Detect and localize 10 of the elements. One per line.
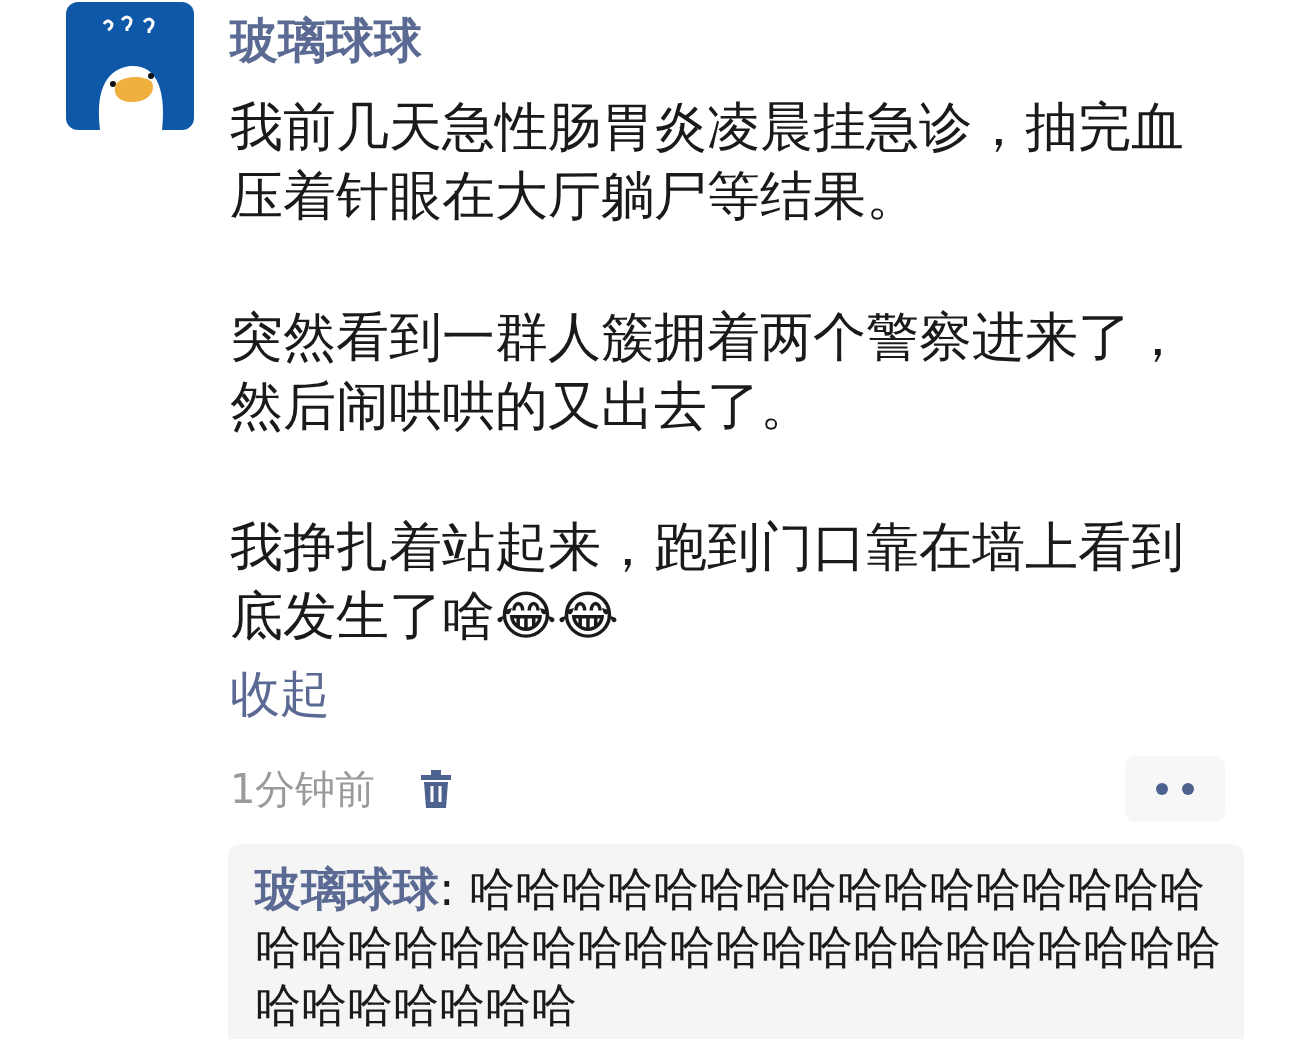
timestamp: 1分钟前 xyxy=(230,765,376,814)
author-name[interactable]: 玻璃球球 xyxy=(230,10,422,70)
collapse-link[interactable]: 收起 xyxy=(230,664,330,724)
more-button[interactable] xyxy=(1125,756,1225,822)
comment-paragraph: 突然看到一群人簇拥着两个警察进来了，然后闹哄哄的又出去了。 xyxy=(230,305,1185,438)
more-icon xyxy=(1156,783,1194,795)
comment-paragraph: 我挣扎着站起来，跑到门口靠在墙上看到底发生了啥😂😂 xyxy=(230,515,1185,648)
trash-icon[interactable] xyxy=(419,769,454,809)
reply-text: 玻璃球球: 哈哈哈哈哈哈哈哈哈哈哈哈哈哈哈哈哈哈哈哈哈哈哈哈哈哈哈哈哈哈哈哈哈哈哈哈哈哈哈哈哈哈哈哈 xyxy=(255,861,1222,1034)
comment-paragraph: 我前几天急性肠胃炎凌晨挂急诊，抽完血压着针眼在大厅躺尸等结果。 xyxy=(230,95,1185,228)
